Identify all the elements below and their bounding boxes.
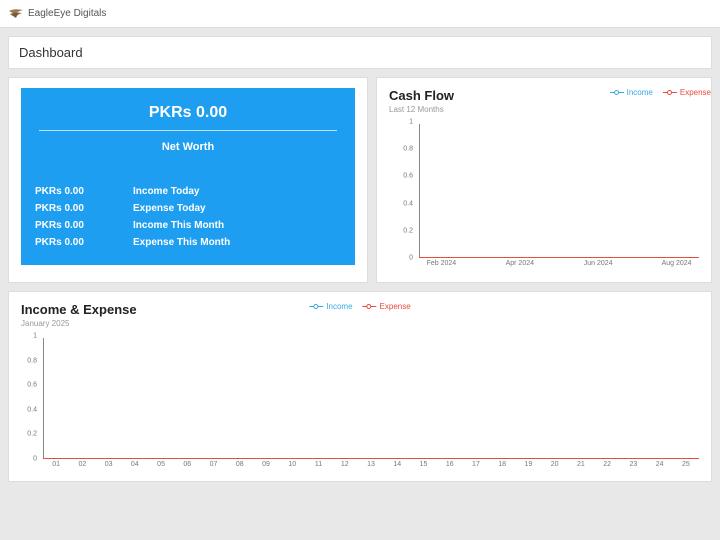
y-tick: 0.8	[403, 146, 413, 153]
x-tick: 24	[656, 461, 664, 468]
page-title: Dashboard	[8, 36, 712, 69]
y-tick: 0.6	[403, 173, 413, 180]
net-worth-label: Net Worth	[35, 141, 341, 153]
legend-income-icon	[610, 89, 624, 97]
x-tick: 15	[420, 461, 428, 468]
x-tick: 23	[629, 461, 637, 468]
brand: EagleEye Digitals	[8, 7, 106, 21]
legend-expense-label: Expense	[380, 302, 411, 311]
x-axis: 01 02 03 04 05 06 07 08 09 10 11 12 13 14 15 16 17 18 19 20…	[43, 461, 699, 471]
x-tick: 07	[210, 461, 218, 468]
stat-value: PKRs 0.00	[35, 186, 105, 197]
legend-income: Income	[610, 88, 653, 97]
y-tick: 0	[409, 255, 413, 262]
x-tick: 08	[236, 461, 244, 468]
stat-label: Expense Today	[133, 203, 206, 214]
y-tick: 0.8	[27, 357, 37, 364]
y-tick: 0.2	[27, 431, 37, 438]
x-tick: Jun 2024	[584, 260, 613, 267]
x-tick: 17	[472, 461, 480, 468]
legend-income: Income	[309, 302, 352, 311]
income-expense-card: Income & Expense January 2025 Income Exp…	[8, 291, 712, 482]
stat-label: Income This Month	[133, 220, 224, 231]
legend-expense-icon	[663, 89, 677, 97]
x-tick: 25	[682, 461, 690, 468]
net-worth-card: PKRs 0.00 Net Worth PKRs 0.00 Income Tod…	[8, 77, 368, 283]
x-axis: Feb 2024 Apr 2024 Jun 2024 Aug 2024	[419, 260, 699, 272]
x-tick: 18	[498, 461, 506, 468]
y-tick: 1	[33, 333, 37, 340]
net-worth-amount: PKRs 0.00	[35, 104, 341, 122]
y-tick: 0.2	[403, 227, 413, 234]
x-tick: Apr 2024	[506, 260, 534, 267]
stat-label: Expense This Month	[133, 237, 230, 248]
income-expense-legend: Income Expense	[309, 302, 410, 311]
stat-income-month: PKRs 0.00 Income This Month	[35, 217, 341, 234]
x-tick: 06	[183, 461, 191, 468]
divider	[39, 130, 337, 131]
y-axis: 1 0.8 0.6 0.4 0.2 0	[389, 122, 417, 258]
x-tick: 19	[525, 461, 533, 468]
legend-expense: Expense	[363, 302, 411, 311]
stat-value: PKRs 0.00	[35, 203, 105, 214]
y-axis: 1 0.8 0.6 0.4 0.2 0	[21, 336, 41, 459]
legend-income-label: Income	[627, 88, 653, 97]
x-tick: Feb 2024	[427, 260, 457, 267]
cash-flow-chart: 1 0.8 0.6 0.4 0.2 0 Feb 2024 Apr 2024 Ju…	[389, 122, 699, 272]
x-tick: 13	[367, 461, 375, 468]
y-tick: 0	[33, 456, 37, 463]
x-tick: 12	[341, 461, 349, 468]
legend-income-label: Income	[326, 302, 352, 311]
legend-income-icon	[309, 303, 323, 311]
cash-flow-legend: Income Expense	[610, 88, 711, 97]
x-tick: 10	[288, 461, 296, 468]
x-tick: 20	[551, 461, 559, 468]
stat-expense-today: PKRs 0.00 Expense Today	[35, 200, 341, 217]
expense-series-line	[419, 257, 699, 258]
income-expense-chart: 1 0.8 0.6 0.4 0.2 0 01020304050607080910…	[21, 336, 699, 471]
x-tick: 14	[393, 461, 401, 468]
page-area: Dashboard PKRs 0.00 Net Worth PKRs 0.00 …	[0, 28, 720, 540]
x-tick: 09	[262, 461, 270, 468]
stat-expense-month: PKRs 0.00 Expense This Month	[35, 234, 341, 251]
x-tick: 02	[78, 461, 86, 468]
legend-expense-label: Expense	[680, 88, 711, 97]
x-tick: 22	[603, 461, 611, 468]
x-tick: 11	[315, 461, 322, 468]
x-tick: 03	[105, 461, 113, 468]
income-expense-subtitle: January 2025	[21, 319, 699, 328]
x-tick: 05	[157, 461, 165, 468]
stat-label: Income Today	[133, 186, 200, 197]
y-tick: 0.4	[403, 200, 413, 207]
x-tick: 04	[131, 461, 139, 468]
y-tick: 0.4	[27, 406, 37, 413]
stat-value: PKRs 0.00	[35, 220, 105, 231]
stat-value: PKRs 0.00	[35, 237, 105, 248]
eagle-logo-icon	[8, 7, 24, 21]
x-tick: Aug 2024	[662, 260, 692, 267]
x-tick: 01	[52, 461, 60, 468]
stat-income-today: PKRs 0.00 Income Today	[35, 183, 341, 200]
legend-expense: Expense	[663, 88, 711, 97]
y-tick: 0.6	[27, 382, 37, 389]
cash-flow-card: Cash Flow Last 12 Months Income Expense …	[376, 77, 712, 283]
legend-expense-icon	[363, 303, 377, 311]
x-tick: 21	[577, 461, 585, 468]
brand-name: EagleEye Digitals	[28, 8, 106, 19]
top-bar: EagleEye Digitals	[0, 0, 720, 28]
x-tick: 16	[446, 461, 454, 468]
y-tick: 1	[409, 119, 413, 126]
cash-flow-subtitle: Last 12 Months	[389, 105, 699, 114]
expense-series-line	[43, 458, 699, 459]
